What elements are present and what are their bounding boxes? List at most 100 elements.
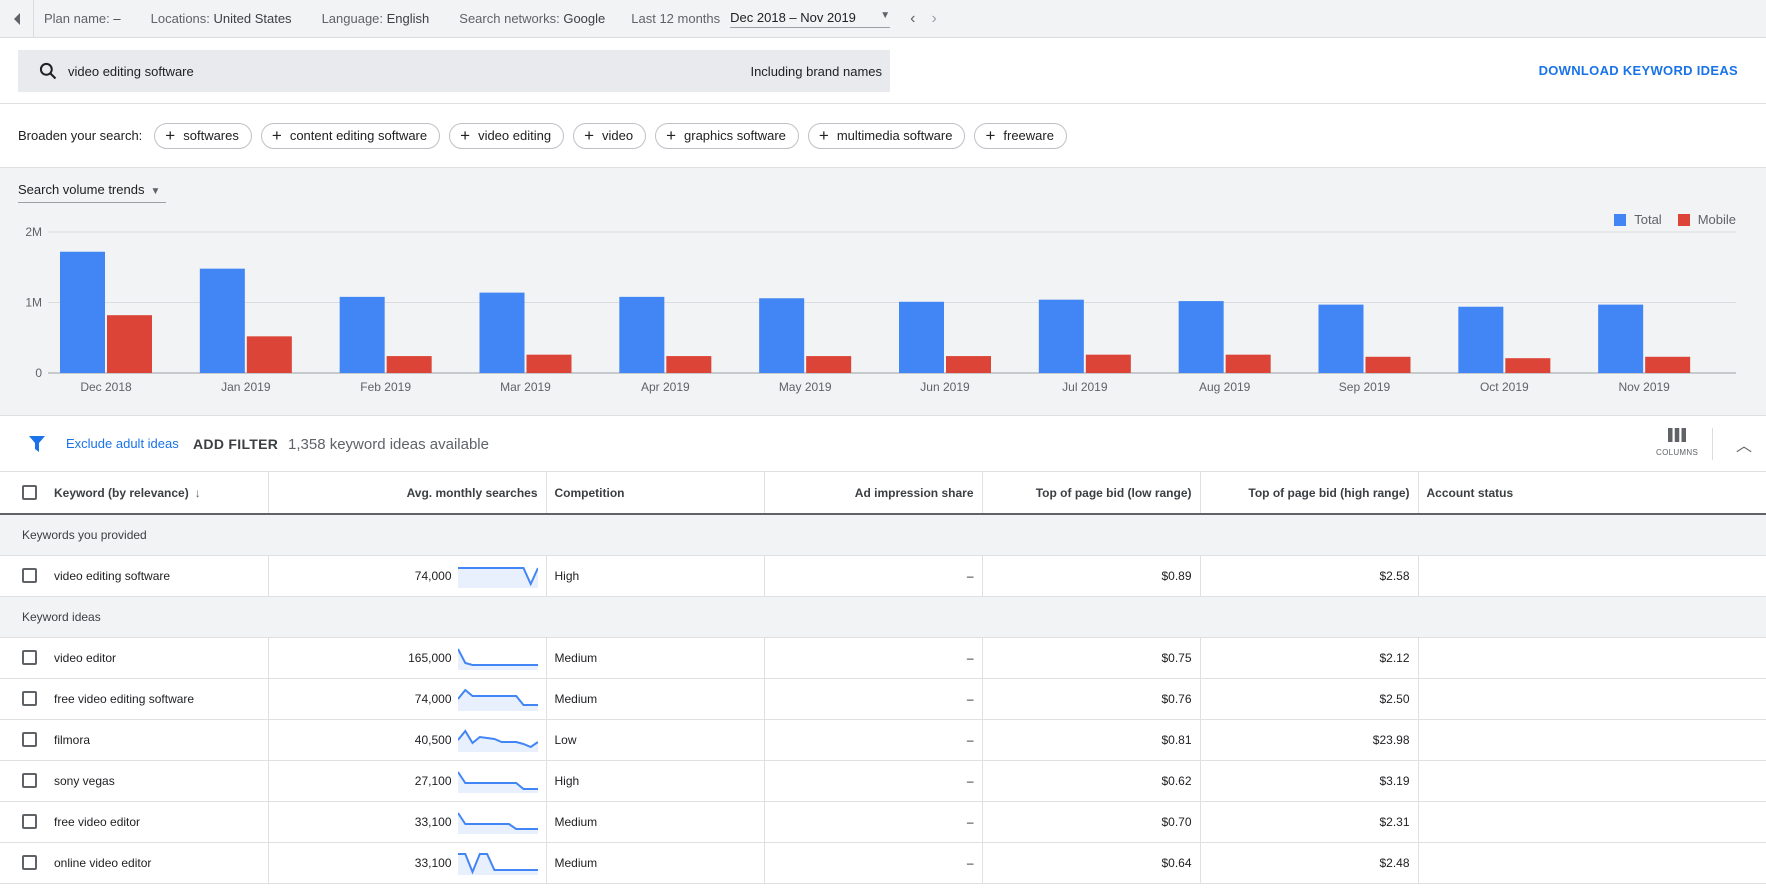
x-tick-label: Dec 2018 [80, 380, 132, 394]
competition-cell: Low [546, 719, 765, 761]
plus-icon: + [985, 126, 996, 145]
bar-total [339, 296, 385, 373]
column-header-competition[interactable]: Competition [546, 472, 765, 515]
impression-share-cell: – [764, 801, 983, 843]
competition-cell: Medium [546, 678, 765, 720]
exclude-adult-ideas-filter[interactable]: Exclude adult ideas [66, 436, 179, 451]
filter-icon[interactable] [28, 435, 46, 453]
bid-high-cell: $23.98 [1200, 719, 1419, 761]
keyword-cell[interactable]: online video editor [46, 842, 269, 884]
column-header-bid-low[interactable]: Top of page bid (low range) [982, 472, 1201, 515]
table-row[interactable]: free video editing software 74,000 Medium –… [0, 678, 1766, 720]
competition-cell: Medium [546, 842, 765, 884]
plan-name[interactable]: Plan name: – [44, 11, 121, 26]
trend-sparkline [457, 728, 538, 752]
keyword-cell[interactable]: free video editing software [46, 678, 269, 720]
search-volume-chart-panel: 0 1M 2M Dec 2018 Jan 2019 Feb 2019 Mar 2019 Apr… [0, 168, 1766, 416]
next-period-icon[interactable]: › [931, 10, 936, 28]
networks-setting[interactable]: Search networks: Google [459, 11, 605, 26]
account-status-cell [1418, 760, 1766, 802]
language-setting[interactable]: Language: English [322, 11, 430, 26]
table-row[interactable]: video editing software 74,000 High – $0.89 $2… [0, 555, 1766, 597]
broaden-chip[interactable]: + content editing software [260, 122, 441, 149]
column-header-account-status[interactable]: Account status [1418, 472, 1766, 515]
trend-sparkline [457, 770, 538, 793]
broaden-chip[interactable]: + multimedia software [807, 122, 966, 149]
broaden-chip[interactable]: + softwares [154, 122, 252, 149]
column-header-bid-high[interactable]: Top of page bid (high range) [1200, 472, 1419, 515]
avg-searches-cell: 40,500 [414, 732, 452, 747]
x-tick-label: Feb 2019 [360, 380, 411, 394]
column-header-keyword[interactable]: Keyword (by relevance) ↓ [46, 472, 269, 515]
group-row-ideas: Keyword ideas [0, 596, 1766, 638]
columns-button[interactable]: COLUMNS [1656, 428, 1698, 457]
bar-total [1458, 306, 1504, 373]
bar-mobile [1645, 356, 1691, 373]
table-row[interactable]: sony vegas 27,100 High – $0.62 $3.19 [0, 760, 1766, 802]
broaden-chip[interactable]: + video editing [449, 122, 565, 149]
brand-names-toggle[interactable]: Including brand names [750, 64, 882, 79]
keyword-cell[interactable]: sony vegas [46, 760, 269, 802]
account-status-cell [1418, 555, 1766, 597]
plan-overview-bar: Plan name: – Locations: United States La… [0, 0, 1766, 38]
keyword-cell[interactable]: video editor [46, 637, 269, 679]
table-row[interactable]: online video editor 33,100 Medium – $0.64 $2.… [0, 842, 1766, 884]
table-row[interactable]: video editor 165,000 Medium – $0.75 $2.12 [0, 637, 1766, 679]
keyword-cell[interactable]: filmora [46, 719, 269, 761]
add-filter-button[interactable]: ADD FILTER [193, 436, 278, 452]
keyword-ideas-count: 1,358 keyword ideas available [288, 436, 489, 453]
prev-period-icon[interactable]: ‹ [910, 10, 915, 28]
x-tick-label: Aug 2019 [1199, 380, 1251, 394]
table-row[interactable]: filmora 40,500 Low – $0.81 $23.98 [0, 719, 1766, 761]
impression-share-cell: – [764, 555, 983, 597]
column-header-impression-share[interactable]: Ad impression share [764, 472, 983, 515]
bar-total [1178, 301, 1224, 373]
row-checkbox[interactable] [22, 814, 37, 830]
broaden-label: Broaden your search: [18, 128, 143, 143]
chart-legend: Total Mobile [1598, 212, 1736, 227]
broaden-chip[interactable]: + freeware [974, 122, 1067, 149]
select-all-checkbox[interactable] [22, 485, 37, 501]
x-tick-label: Jan 2019 [221, 380, 271, 394]
bid-high-cell: $2.50 [1200, 678, 1419, 720]
row-checkbox[interactable] [22, 773, 37, 789]
avg-searches-cell: 74,000 [414, 691, 452, 706]
bid-high-cell: $3.19 [1200, 760, 1419, 802]
bar-total [899, 301, 944, 373]
plus-icon: + [818, 126, 829, 145]
column-header-avg-searches[interactable]: Avg. monthly searches [268, 472, 547, 515]
collapse-chevron-icon[interactable]: ︿ [1736, 432, 1752, 456]
row-checkbox[interactable] [22, 855, 37, 871]
trend-selector[interactable]: Search volume trends ▼ [18, 182, 166, 203]
table-row[interactable]: free video editor 33,100 Medium – $0.70 $2.31 [0, 801, 1766, 843]
row-checkbox[interactable] [22, 568, 37, 584]
bar-mobile [666, 356, 712, 373]
row-checkbox[interactable] [22, 650, 37, 666]
bar-mobile [1505, 358, 1551, 373]
broaden-chip[interactable]: + graphics software [655, 122, 799, 149]
avg-searches-cell: 33,100 [414, 855, 452, 870]
back-arrow-icon[interactable] [0, 0, 34, 38]
bid-high-cell: $2.48 [1200, 842, 1419, 884]
row-checkbox[interactable] [22, 691, 37, 707]
legend-item-total[interactable]: Total [1614, 212, 1662, 227]
search-volume-chart: 0 1M 2M Dec 2018 Jan 2019 Feb 2019 Mar 2019 Apr… [25, 225, 1736, 394]
bid-low-cell: $0.75 [982, 637, 1201, 679]
search-query[interactable]: video editing software [68, 64, 194, 79]
keyword-cell[interactable]: video editing software [46, 555, 269, 597]
legend-item-mobile[interactable]: Mobile [1677, 212, 1736, 227]
bar-total [1318, 304, 1364, 373]
trend-sparkline [457, 852, 538, 875]
download-keyword-ideas-button[interactable]: DOWNLOAD KEYWORD IDEAS [1539, 63, 1738, 78]
x-tick-label: Apr 2019 [641, 380, 690, 394]
keyword-search-box[interactable]: video editing software Including brand n… [18, 50, 890, 92]
row-checkbox[interactable] [22, 732, 37, 748]
broaden-chip[interactable]: + video [573, 122, 647, 149]
account-status-cell [1418, 678, 1766, 720]
keyword-cell[interactable]: free video editor [46, 801, 269, 843]
plus-icon: + [584, 126, 594, 145]
avg-searches-cell: 27,100 [414, 773, 452, 788]
account-status-cell [1418, 637, 1766, 679]
date-range-select[interactable]: Dec 2018 – Nov 2019 ▼ [730, 10, 891, 28]
locations-setting[interactable]: Locations: United States [151, 11, 292, 26]
